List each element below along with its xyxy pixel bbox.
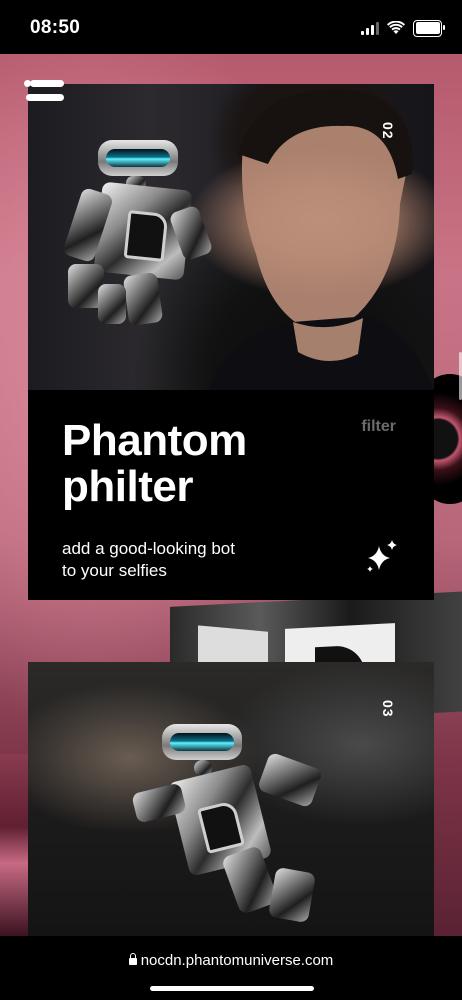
sparkle-icon[interactable] <box>364 538 400 574</box>
background-dock-detail <box>0 754 30 936</box>
battery-icon <box>413 19 445 37</box>
status-bar: 08:50 <box>0 0 462 54</box>
card-title-line1: Phantom <box>62 416 247 465</box>
card-title-line2: philter <box>62 462 193 511</box>
card-description: add a good-looking bot to your selfies <box>62 538 235 582</box>
wifi-icon <box>387 21 405 34</box>
card-tag: filter <box>361 418 396 435</box>
home-indicator[interactable] <box>150 986 314 991</box>
face-silhouette <box>208 89 434 390</box>
filter-card[interactable]: 02 Phantom philter filter add a good-loo… <box>28 84 434 600</box>
card-index: 02 <box>380 122 396 140</box>
status-time: 08:50 <box>30 17 81 38</box>
card-photo <box>28 662 434 936</box>
menu-icon[interactable] <box>24 80 64 106</box>
url-text: nocdn.phantomuniverse.com <box>140 952 334 969</box>
status-icons <box>361 18 445 38</box>
card-description-line1: add a good-looking bot <box>62 539 235 558</box>
next-card[interactable]: 03 <box>28 662 434 936</box>
selfie-photo <box>28 84 434 390</box>
lock-icon <box>128 953 137 965</box>
card-title: Phantom philter <box>62 418 247 510</box>
card-index: 03 <box>380 700 396 718</box>
robot-figure <box>131 720 332 936</box>
card-description-line2: to your selfies <box>62 561 167 580</box>
browser-url-bar[interactable]: nocdn.phantomuniverse.com <box>0 936 462 1000</box>
cellular-signal-icon <box>361 21 379 35</box>
url-display[interactable]: nocdn.phantomuniverse.com <box>0 952 462 969</box>
